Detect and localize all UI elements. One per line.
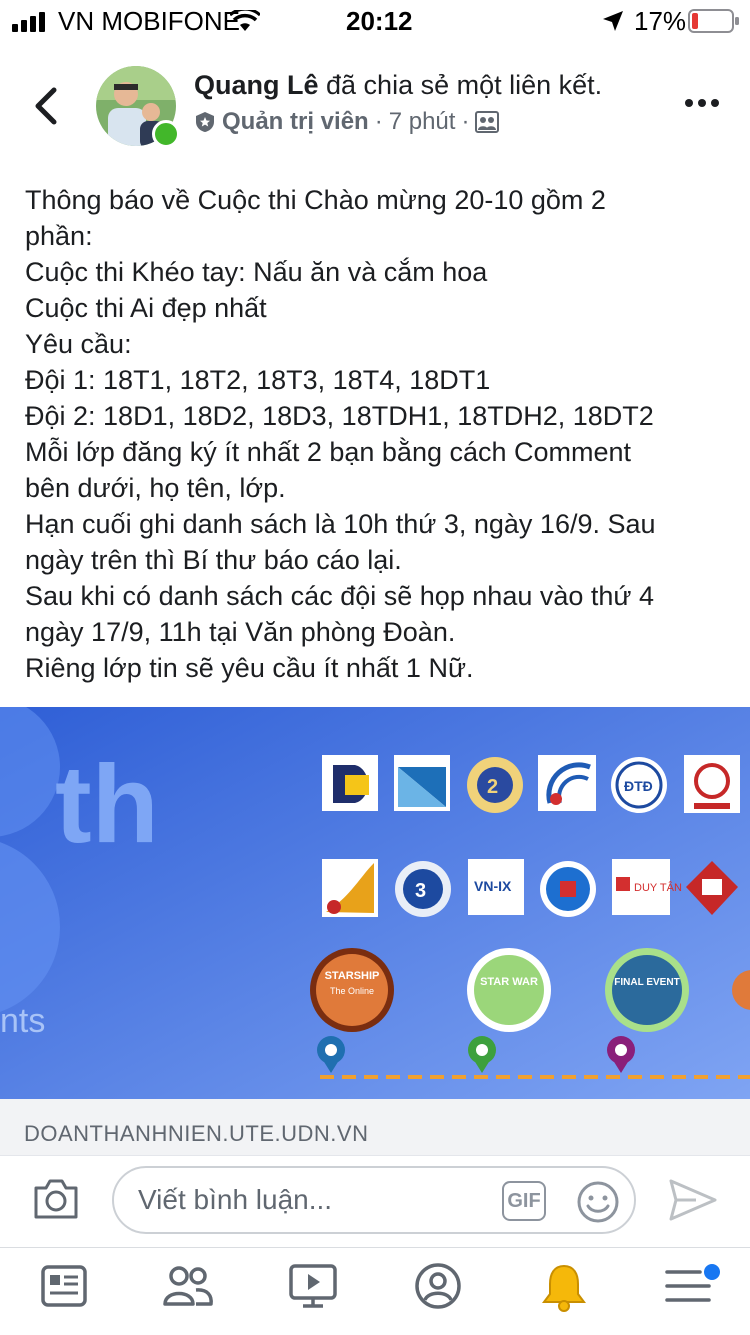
author-name[interactable]: Quang Lê xyxy=(194,70,319,100)
sponsor-logo xyxy=(684,755,740,813)
signal-icon xyxy=(12,12,45,32)
tab-news-feed-icon[interactable] xyxy=(40,1262,88,1310)
post-text-line: Đội 2: 18D1, 18D2, 18D3, 18TDH1, 18TDH2,… xyxy=(25,401,654,431)
sponsor-logo xyxy=(538,755,596,811)
event-badge: FINAL EVENT xyxy=(605,948,689,1032)
gif-button[interactable]: GIF xyxy=(502,1181,546,1221)
post-header: Quang Lê đã chia sẻ một liên kết. Quản t… xyxy=(0,58,750,158)
post-text-line: Cuộc thi Khéo tay: Nấu ăn và cắm hoa xyxy=(25,257,488,287)
post-text-line: Hạn cuối ghi danh sách là 10h thứ 3, ngà… xyxy=(25,509,656,539)
meta-separator: · xyxy=(374,108,383,135)
group-audience-icon xyxy=(475,111,500,133)
status-bar: VN MOBIFONE 20:12 17% xyxy=(0,0,750,42)
post-meta: Quản trị viên · 7 phút · xyxy=(194,108,500,136)
svg-text:3: 3 xyxy=(415,880,426,902)
post-text-line: ngày trên thì Bí thư báo cáo lại. xyxy=(25,545,402,575)
sponsor-logo: 3 xyxy=(395,861,451,917)
battery-percent: 17% xyxy=(634,6,687,36)
event-badge: STARSHIP The Online xyxy=(310,948,394,1032)
comment-placeholder: Viết bình luận... xyxy=(138,1184,333,1215)
svg-text:STARSHIP: STARSHIP xyxy=(325,970,380,982)
post-text-line: Đội 1: 18T1, 18T2, 18T3, 18T4, 18DT1 xyxy=(25,365,491,395)
sponsor-logo xyxy=(394,755,450,811)
svg-text:VN-IX: VN-IX xyxy=(474,878,512,894)
sponsor-logo xyxy=(322,859,378,917)
send-icon[interactable] xyxy=(668,1178,718,1222)
emoji-icon[interactable] xyxy=(576,1180,620,1224)
sponsor-logo: VN-IX xyxy=(468,859,524,915)
svg-text:The Online: The Online xyxy=(330,986,374,996)
post-action-text: đã chia sẻ một liên kết. xyxy=(318,70,603,100)
image-side-text: nts xyxy=(0,1002,45,1040)
comment-input[interactable]: Viết bình luận... GIF xyxy=(112,1166,636,1234)
admin-badge-icon xyxy=(196,112,214,132)
link-preview-footer[interactable]: DOANTHANHNIEN.UTE.UDN.VN xyxy=(0,1099,750,1155)
svg-text:2: 2 xyxy=(487,776,498,798)
post-text-line: Riêng lớp tin sẽ yêu cầu ít nhất 1 Nữ. xyxy=(25,653,474,683)
post-body: Thông báo về Cuộc thi Chào mừng 20-10 gồ… xyxy=(25,182,725,686)
svg-text:FINAL EVENT: FINAL EVENT xyxy=(614,977,679,988)
clock: 20:12 xyxy=(346,6,413,36)
bottom-tab-bar xyxy=(0,1247,750,1335)
comment-composer: Viết bình luận... GIF xyxy=(0,1155,750,1246)
post-text-line: Cuộc thi Ai đẹp nhất xyxy=(25,293,267,323)
svg-text:ĐTĐ: ĐTĐ xyxy=(624,778,653,794)
camera-icon[interactable] xyxy=(32,1178,80,1220)
post-text-line: bên dưới, họ tên, lớp. xyxy=(25,473,286,503)
post-text-line: ngày 17/9, 11h tại Văn phòng Đoàn. xyxy=(25,617,456,647)
more-options-icon[interactable] xyxy=(684,98,720,108)
tab-friends-icon[interactable] xyxy=(162,1262,214,1310)
carrier-name: VN MOBIFONE xyxy=(58,6,241,36)
tab-notifications-bell-icon[interactable] xyxy=(540,1262,588,1312)
svg-text:DUY TÂN: DUY TÂN xyxy=(634,881,682,894)
event-badge: STAR WAR xyxy=(467,948,551,1032)
tab-watch-icon[interactable] xyxy=(288,1262,338,1310)
meta-separator: · xyxy=(461,108,470,135)
link-preview-image[interactable]: th nts 2 ĐTĐ 3 VN-IX DUY TÂN STARSHIP Th… xyxy=(0,707,750,1099)
sponsor-logo: ĐTĐ xyxy=(611,757,667,813)
svg-text:STAR WAR: STAR WAR xyxy=(480,976,538,988)
image-heading-text: th xyxy=(55,743,159,866)
post-text-line: phần: xyxy=(25,221,93,251)
post-text-line: Sau khi có danh sách các đội sẽ họp nhau… xyxy=(25,581,655,611)
post-author-line: Quang Lê đã chia sẻ một liên kết. xyxy=(194,70,602,101)
link-domain: DOANTHANHNIEN.UTE.UDN.VN xyxy=(24,1121,369,1146)
post-text-line: Thông báo về Cuộc thi Chào mừng 20-10 gồ… xyxy=(25,185,606,215)
post-text-line: Mỗi lớp đăng ký ít nhất 2 bạn bằng cách … xyxy=(25,437,632,467)
wifi-icon xyxy=(230,10,260,31)
post-text-line: Yêu cầu: xyxy=(25,329,132,359)
sponsor-logo: 2 xyxy=(467,757,523,813)
post-time[interactable]: 7 phút xyxy=(389,108,456,136)
menu-notification-dot xyxy=(702,1262,722,1282)
location-arrow-icon xyxy=(603,11,623,31)
back-arrow-icon[interactable] xyxy=(30,86,60,126)
online-status-dot xyxy=(152,120,180,148)
member-role: Quản trị viên xyxy=(222,108,369,135)
sponsor-logo xyxy=(540,861,596,917)
battery-icon xyxy=(688,9,739,33)
tab-profile-icon[interactable] xyxy=(414,1262,462,1310)
sponsor-logo xyxy=(322,755,378,811)
